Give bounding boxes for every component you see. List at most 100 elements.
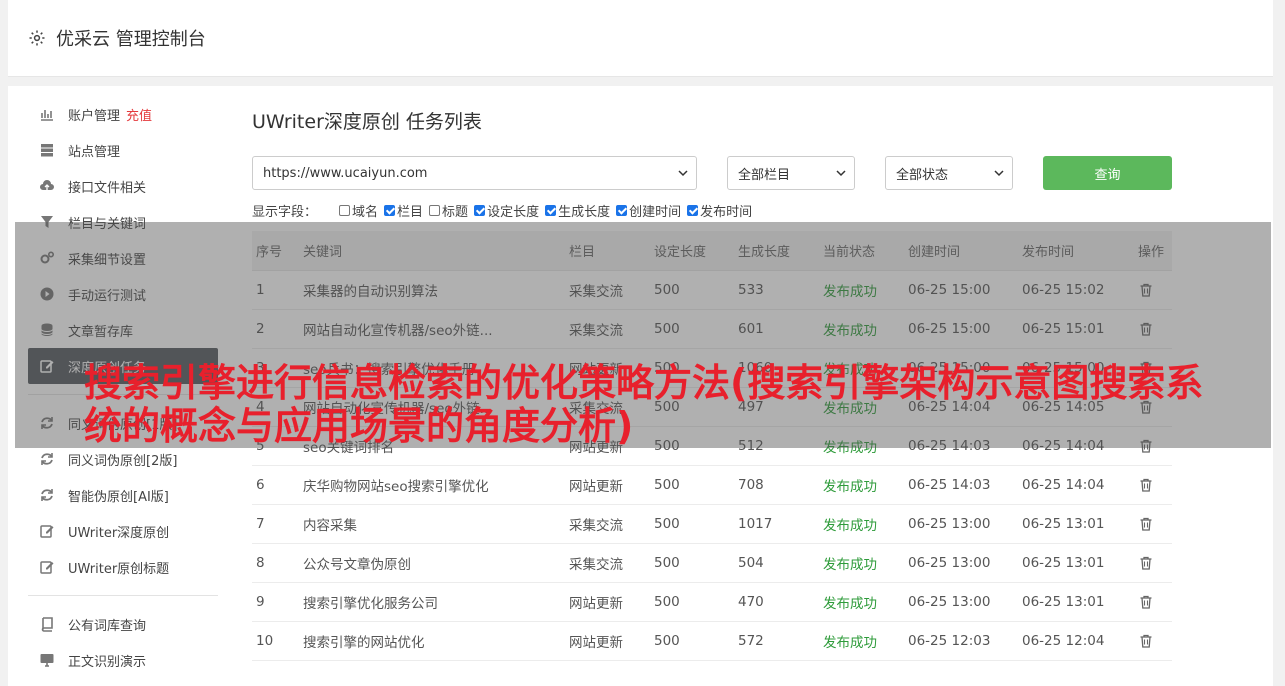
- chevron-down-icon: [994, 170, 1004, 177]
- table-cell: 网站更新: [569, 621, 654, 661]
- field-label: 设定长度: [487, 204, 540, 220]
- field-checkbox[interactable]: 栏目: [384, 201, 423, 220]
- checkbox-box[interactable]: [384, 204, 396, 216]
- table-cell-actions: [1138, 582, 1172, 622]
- refresh-icon: [38, 487, 56, 503]
- gear-icon: [28, 29, 46, 47]
- table-cell: 采集交流: [569, 543, 654, 583]
- table-cell: 内容采集: [303, 504, 569, 544]
- checkbox-box[interactable]: [545, 204, 557, 216]
- table-cell: 504: [738, 543, 823, 583]
- server-icon: [38, 142, 56, 158]
- field-checkbox[interactable]: 设定长度: [474, 201, 539, 220]
- field-checkbox[interactable]: 标题: [429, 201, 468, 220]
- table-cell: 500: [654, 543, 738, 583]
- trash-icon[interactable]: [1138, 594, 1154, 610]
- table-cell: 06-25 14:03: [908, 465, 1022, 505]
- sidebar-item-label: 智能伪原创[AI版]: [68, 489, 169, 505]
- field-label: 栏目: [397, 204, 424, 220]
- table-cell: 06-25 12:04: [1022, 621, 1138, 661]
- table-row: 7 内容采集 采集交流 500 1017 发布成功 06-25 13:00 06-25 13:…: [252, 504, 1172, 544]
- table-cell: 1017: [738, 504, 823, 544]
- chevron-down-icon: [836, 170, 846, 177]
- query-button[interactable]: 查询: [1043, 156, 1172, 190]
- checkbox-box[interactable]: [429, 204, 441, 216]
- sidebar-item-13[interactable]: UWriter原创标题: [28, 549, 218, 585]
- sidebar-item-1[interactable]: 账户管理 充值: [28, 96, 218, 132]
- table-cell: 公众号文章伪原创: [303, 543, 569, 583]
- sidebar-item-label: 同义词伪原创[2版]: [68, 453, 178, 469]
- edit-icon: [38, 559, 56, 575]
- table-cell: 06-25 13:00: [908, 582, 1022, 622]
- recharge-link[interactable]: 充值: [126, 105, 152, 124]
- trash-icon[interactable]: [1138, 555, 1154, 571]
- field-label: 创建时间: [629, 204, 682, 220]
- field-label: 标题: [442, 204, 469, 220]
- table-cell: 发布成功: [823, 465, 908, 505]
- sidebar-item-label: 正文识别演示: [68, 654, 147, 670]
- chevron-down-icon: [678, 170, 688, 177]
- table-cell: 06-25 14:04: [1022, 465, 1138, 505]
- checkbox-box[interactable]: [474, 204, 486, 216]
- table-cell: 500: [654, 621, 738, 661]
- table-cell: 网站更新: [569, 465, 654, 505]
- table-cell: 06-25 12:03: [908, 621, 1022, 661]
- trash-icon[interactable]: [1138, 477, 1154, 493]
- sidebar-item-11[interactable]: 智能伪原创[AI版]: [28, 477, 218, 513]
- table-cell: 7: [252, 504, 303, 544]
- bar-chart-icon: [38, 106, 56, 122]
- table-cell: 网站更新: [569, 582, 654, 622]
- book-icon: [38, 616, 56, 632]
- top-bar: 优采云 管理控制台: [8, 0, 1273, 77]
- field-checkbox[interactable]: 创建时间: [616, 201, 681, 220]
- checkbox-box[interactable]: [687, 204, 699, 216]
- sidebar-item-2[interactable]: 站点管理: [28, 132, 218, 168]
- edit-icon: [38, 523, 56, 539]
- trash-icon[interactable]: [1138, 516, 1154, 532]
- table-cell: 发布成功: [823, 504, 908, 544]
- article-headline: 搜索引擎进行信息检索的优化策略方法(搜索引擎架构示意图搜索系统的概念与应用场景的…: [84, 361, 1204, 448]
- table-cell: 708: [738, 465, 823, 505]
- table-cell: 庆华购物网站seo搜索引擎优化: [303, 465, 569, 505]
- sidebar-item-15[interactable]: 正文识别演示: [28, 642, 218, 678]
- table-cell: 06-25 13:00: [908, 543, 1022, 583]
- sidebar-item-12[interactable]: UWriter深度原创: [28, 513, 218, 549]
- table-cell: 发布成功: [823, 621, 908, 661]
- field-checkbox[interactable]: 域名: [339, 201, 378, 220]
- table-cell: 06-25 13:01: [1022, 582, 1138, 622]
- status-select[interactable]: 全部状态: [885, 156, 1013, 190]
- table-cell: 搜索引擎优化服务公司: [303, 582, 569, 622]
- column-select[interactable]: 全部栏目: [727, 156, 855, 190]
- field-label: 域名: [352, 204, 379, 220]
- monitor-icon: [38, 652, 56, 668]
- table-cell: 采集交流: [569, 504, 654, 544]
- table-cell-actions: [1138, 504, 1172, 544]
- sidebar-item-label: UWriter深度原创: [68, 525, 170, 541]
- checkbox-box[interactable]: [616, 204, 628, 216]
- table-cell: 发布成功: [823, 582, 908, 622]
- sidebar-item-label: 站点管理: [68, 144, 121, 160]
- table-cell-actions: [1138, 621, 1172, 661]
- sidebar-item-label: 公有词库查询: [68, 618, 147, 634]
- refresh-icon: [38, 451, 56, 467]
- app-title: 优采云 管理控制台: [56, 29, 206, 50]
- table-cell: 6: [252, 465, 303, 505]
- trash-icon[interactable]: [1138, 633, 1154, 649]
- display-fields: 显示字段： 域名 栏目 标题 设定长度 生成长度 创建时间 发布时间: [252, 201, 758, 220]
- sidebar-item-label: 接口文件相关: [68, 180, 147, 196]
- table-row: 6 庆华购物网站seo搜索引擎优化 网站更新 500 708 发布成功 06-25 14:0…: [252, 465, 1172, 505]
- field-checkbox[interactable]: 发布时间: [687, 201, 752, 220]
- table-cell: 06-25 13:01: [1022, 543, 1138, 583]
- table-cell: 06-25 13:00: [908, 504, 1022, 544]
- sidebar-item-14[interactable]: 公有词库查询: [28, 606, 218, 642]
- table-row: 10 搜索引擎的网站优化 网站更新 500 572 发布成功 06-25 12:03 06-2…: [252, 621, 1172, 661]
- table-row: 9 搜索引擎优化服务公司 网站更新 500 470 发布成功 06-25 13:00 06-2…: [252, 582, 1172, 622]
- checkbox-box[interactable]: [339, 204, 351, 216]
- field-label: 发布时间: [700, 204, 753, 220]
- field-checkbox[interactable]: 生成长度: [545, 201, 610, 220]
- sidebar-item-3[interactable]: 接口文件相关: [28, 168, 218, 204]
- table-cell: 10: [252, 621, 303, 661]
- table-cell: 搜索引擎的网站优化: [303, 621, 569, 661]
- table-cell: 500: [654, 465, 738, 505]
- site-select[interactable]: https://www.ucaiyun.com: [252, 156, 697, 190]
